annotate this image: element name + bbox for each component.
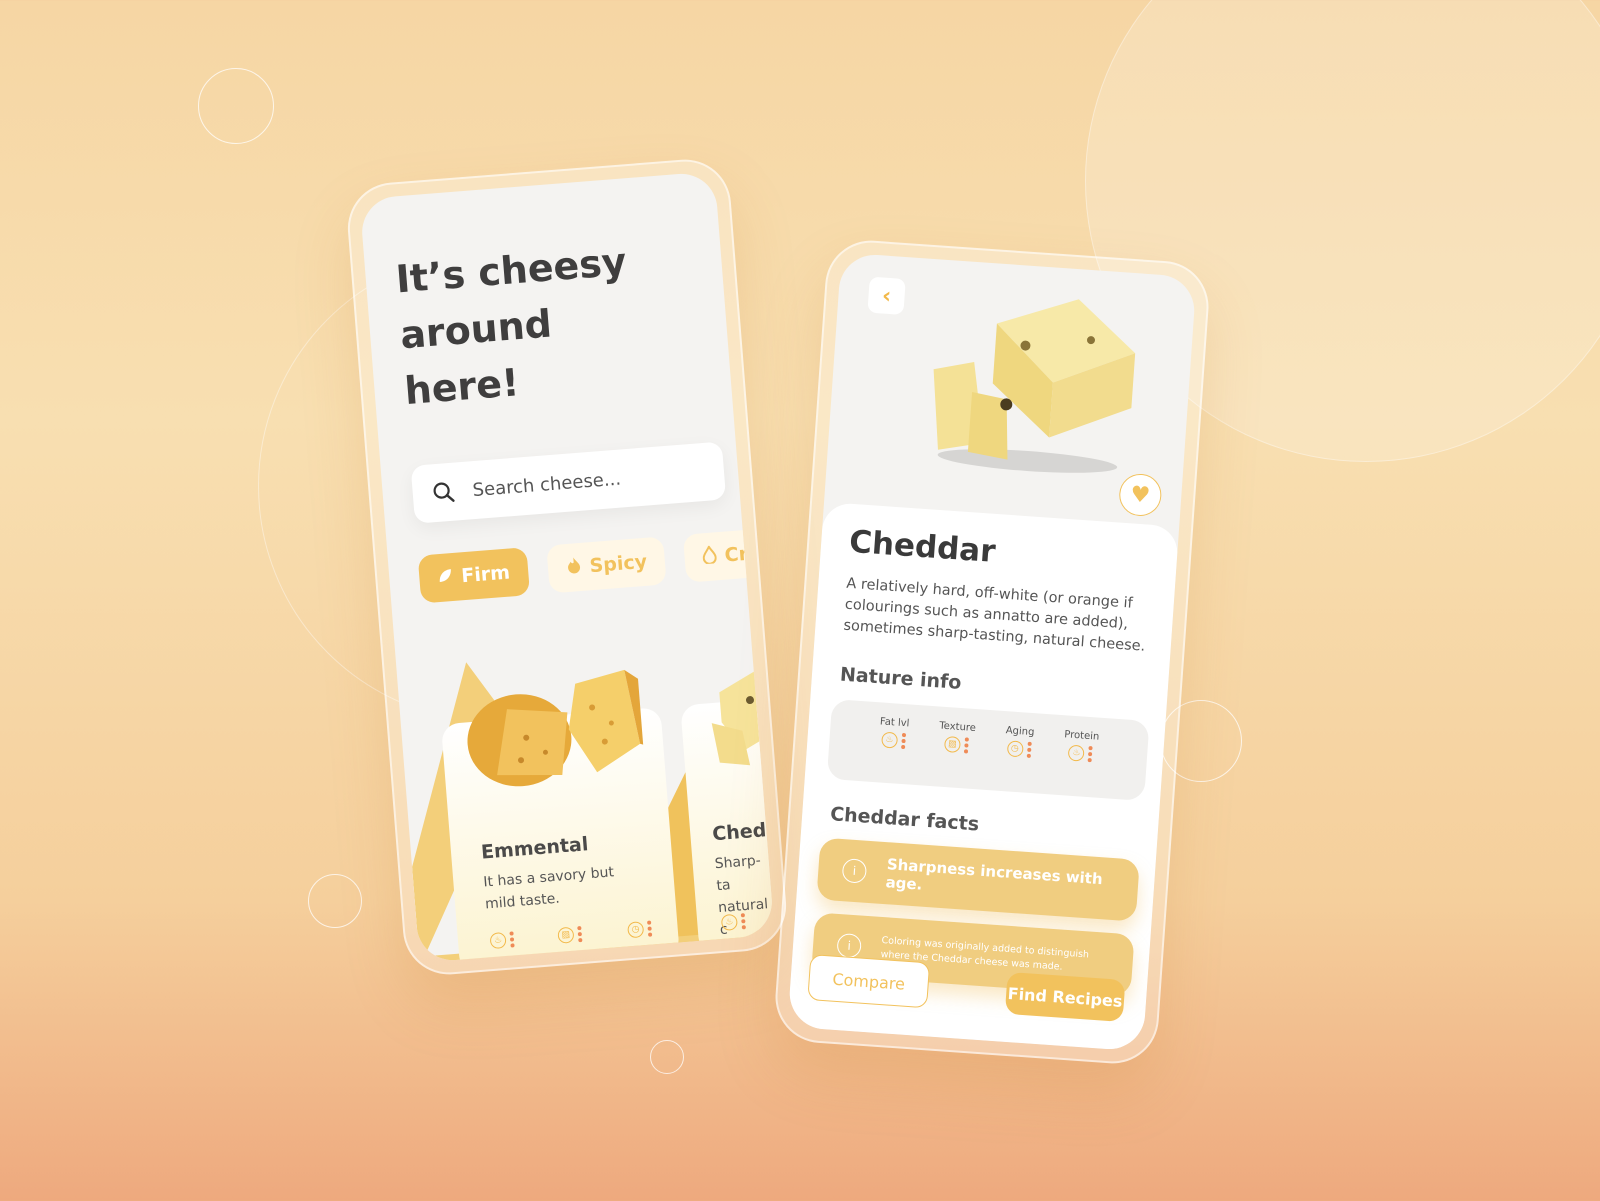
cheese-description: A relatively hard, off-white (or orange … <box>842 575 1146 655</box>
level-dots <box>963 737 969 754</box>
decor-circle <box>198 68 274 144</box>
nature-item-aging: Aging ◷ <box>1002 725 1035 793</box>
stat-fat: ♨ <box>720 913 746 931</box>
info-icon: i <box>841 858 868 884</box>
chip-label: Spicy <box>588 550 648 578</box>
level-dots <box>1026 741 1032 758</box>
nature-info-panel: Fat lvl ♨ Texture ▨ Aging ◷ Protein ♨ <box>826 698 1150 801</box>
flame-icon <box>565 555 583 579</box>
cheese-title: Cheddar <box>848 523 997 570</box>
home-screen: It’s cheesy around here! Search cheese..… <box>359 171 775 963</box>
drop-icon <box>702 544 718 569</box>
cheese-image-emmental <box>459 659 648 793</box>
cheese-hero-image <box>907 278 1150 484</box>
search-input[interactable]: Search cheese... <box>472 468 622 501</box>
nature-label: Protein <box>1063 729 1100 743</box>
compare-button[interactable]: Compare <box>807 954 931 1009</box>
nature-item-protein: Protein ♨ <box>1060 729 1100 797</box>
info-icon: i <box>836 932 862 959</box>
decor-circle <box>650 1040 684 1074</box>
level-dots <box>577 925 583 943</box>
decor-circle <box>308 874 362 928</box>
chip-creamy[interactable]: Crea <box>682 526 775 583</box>
filter-chips: Firm Spicy Crea <box>417 526 775 604</box>
texture-icon: ▨ <box>943 735 961 753</box>
leaf-icon <box>437 566 455 589</box>
card-description: It has a savory but mild taste. <box>482 864 615 913</box>
heart-icon: ♥ <box>1129 481 1152 509</box>
back-button[interactable]: ‹ <box>867 276 906 315</box>
chip-label: Crea <box>723 540 775 567</box>
cheese-card-emmental[interactable]: Emmental It has a savory but mild taste.… <box>440 669 680 963</box>
search-icon <box>432 481 456 505</box>
level-dots <box>1087 746 1094 763</box>
level-dots <box>647 920 653 937</box>
facts-heading: Cheddar facts <box>829 803 980 836</box>
fact-card[interactable]: i Sharpness increases with age. <box>816 837 1140 922</box>
find-recipes-button[interactable]: Find Recipes <box>1004 971 1126 1023</box>
nature-item-texture: Texture ▨ <box>935 721 976 789</box>
favorite-button[interactable]: ♥ <box>1117 472 1163 518</box>
stat-aging: ◷ <box>627 920 653 939</box>
stat-fat: ♨ <box>489 931 515 950</box>
flame-icon: ♨ <box>1068 744 1086 762</box>
card-title: Emmental <box>480 833 590 864</box>
nature-heading: Nature info <box>839 663 963 694</box>
level-dots <box>509 931 515 948</box>
detail-panel: Cheddar A relatively hard, off-white (or… <box>787 501 1180 1052</box>
flame-icon: ♨ <box>489 931 507 950</box>
detail-screen: ‹ ♥ Cheddar A relatively hard, off-white… <box>787 252 1197 1052</box>
chip-spicy[interactable]: Spicy <box>545 536 667 594</box>
phone-detail: ‹ ♥ Cheddar A relatively hard, off-white… <box>772 237 1212 1067</box>
cheese-image-cheddar <box>697 658 775 774</box>
chevron-left-icon: ‹ <box>881 282 892 309</box>
flame-icon: ♨ <box>720 913 738 931</box>
texture-icon: ▨ <box>557 926 575 944</box>
flame-icon: ♨ <box>880 731 898 749</box>
nature-label: Aging <box>1005 725 1035 739</box>
page-title: It’s cheesy around here! <box>394 239 629 414</box>
level-dots <box>900 732 906 750</box>
fact-text: Sharpness increases with age. <box>885 855 1104 894</box>
clock-icon: ◷ <box>627 921 645 939</box>
clock-icon: ◷ <box>1006 740 1024 758</box>
nature-label: Texture <box>938 720 977 735</box>
nature-item-fat: Fat lvl ♨ <box>876 716 910 784</box>
search-bar[interactable]: Search cheese... <box>410 441 727 524</box>
nature-label: Fat lvl <box>879 716 910 730</box>
stat-texture: ▨ <box>557 925 583 944</box>
card-title: Chedda <box>711 817 775 846</box>
chip-label: Firm <box>460 561 511 588</box>
chip-firm[interactable]: Firm <box>417 547 530 604</box>
phone-home: It’s cheesy around here! Search cheese..… <box>344 156 790 978</box>
